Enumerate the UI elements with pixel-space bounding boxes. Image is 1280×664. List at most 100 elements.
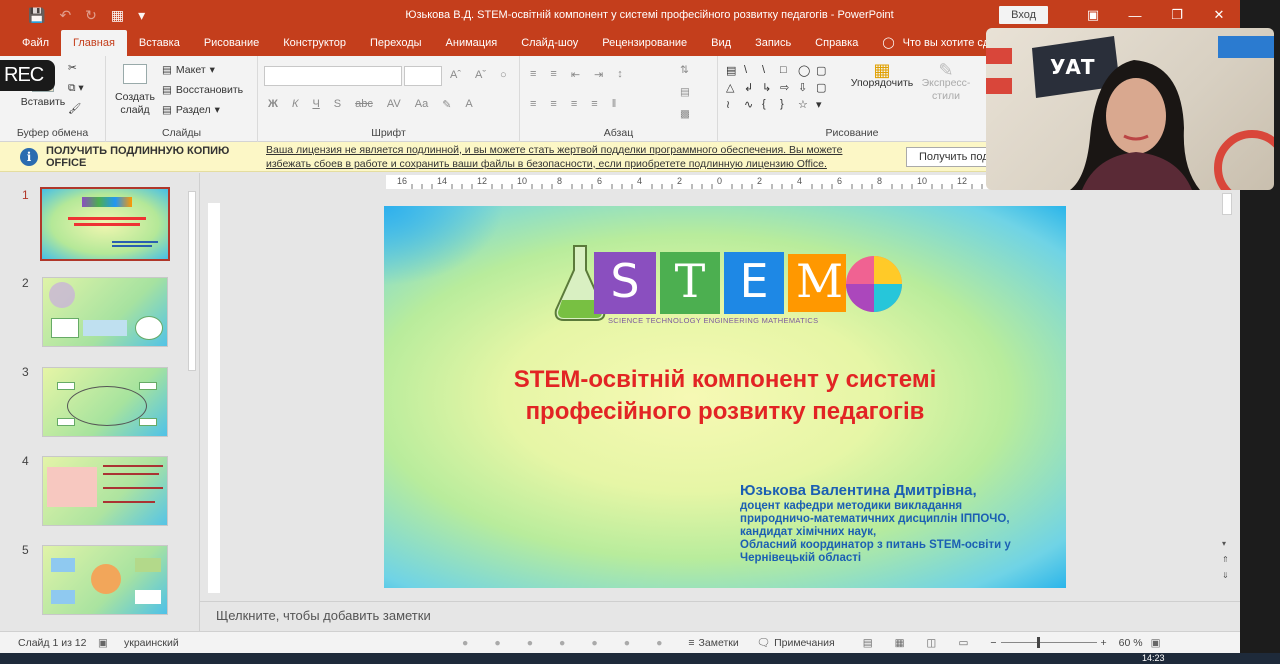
text-direction-icon[interactable]: ⇅	[680, 64, 689, 76]
thumbnail-scrollbar[interactable]	[186, 177, 198, 627]
dot-icon: ●	[494, 636, 501, 649]
sign-in-button[interactable]: Вход	[999, 6, 1048, 24]
thumbnail-slide-2[interactable]	[42, 277, 168, 347]
bold-icon[interactable]: Ж	[268, 98, 278, 111]
font-size-input[interactable]	[404, 66, 442, 86]
thumb-shape	[51, 590, 75, 604]
zoom-track[interactable]	[1000, 637, 1097, 648]
zoom-thumb[interactable]	[1036, 637, 1040, 648]
prev-slide-icon[interactable]: ⇑	[1222, 555, 1229, 564]
get-genuine-button[interactable]: Получить подли	[906, 146, 996, 167]
tab-draw[interactable]: Рисование	[192, 30, 271, 56]
tab-record[interactable]: Запись	[743, 30, 803, 56]
notes-button[interactable]: ≡ Заметки	[688, 637, 738, 649]
tab-home[interactable]: Главная	[61, 30, 127, 56]
smartart-icon[interactable]: ▩	[680, 108, 690, 120]
spellcheck-icon[interactable]: ▣	[98, 637, 124, 649]
align-text-icon[interactable]: ▤	[680, 86, 690, 98]
slide-author-block[interactable]: Юзькова Валентина Дмитрівна, доцент кафе…	[740, 482, 1011, 565]
cut-icon[interactable]: ✂	[68, 62, 77, 74]
shapes-gallery[interactable]: ▤ \ \ □ ◯ ▢ △ ↲ ↳ ⇨ ⇩ ▢ ≀ ∿ { } ☆ ▾	[726, 64, 834, 111]
thumb-shape	[49, 282, 75, 308]
shrink-font-icon[interactable]: Aˇ	[475, 69, 486, 81]
language-indicator[interactable]: украинский	[124, 637, 424, 649]
font-name-input[interactable]	[264, 66, 402, 86]
tab-file[interactable]: Файл	[0, 30, 61, 56]
sorter-view-icon[interactable]: ▦	[895, 637, 905, 649]
scrollbar-thumb[interactable]	[188, 191, 196, 371]
align-right-icon[interactable]: ≡	[571, 98, 577, 110]
minimize-icon[interactable]: —	[1114, 8, 1156, 23]
scroll-down-icon[interactable]: ▾	[1222, 539, 1226, 548]
close-icon[interactable]: ✕	[1198, 7, 1240, 23]
copy-icon[interactable]: ⧉ ▾	[68, 82, 84, 95]
section-button[interactable]: ▤ Раздел ▾	[162, 104, 220, 116]
format-painter-icon[interactable]: 🖌	[68, 102, 81, 115]
new-slide-button[interactable]: Создать слайд	[112, 64, 158, 117]
increase-indent-icon[interactable]: ⇥	[594, 68, 603, 81]
redo-icon[interactable]: ↻	[85, 7, 97, 24]
notes-pane[interactable]: Щелкните, чтобы добавить заметки	[200, 601, 1240, 631]
case-icon[interactable]: Aa	[415, 98, 428, 111]
fit-slide-icon[interactable]: ▣	[1151, 637, 1161, 649]
tab-design[interactable]: Конструктор	[271, 30, 358, 56]
underline-icon[interactable]: Ч	[312, 98, 319, 111]
clear-format-icon[interactable]: ○	[500, 69, 507, 81]
grow-font-icon[interactable]: Aˆ	[450, 69, 461, 81]
numbering-icon[interactable]: ≡	[550, 68, 556, 81]
shadow-icon[interactable]: S	[334, 98, 341, 111]
ruler-label: 0	[717, 176, 723, 186]
tab-view[interactable]: Вид	[699, 30, 743, 56]
thumbnail-slide-1[interactable]	[40, 187, 170, 261]
info-message-link[interactable]: Ваша лицензия не является подлинной, и в…	[266, 143, 876, 171]
reading-view-icon[interactable]: ◫	[927, 637, 937, 649]
columns-icon[interactable]: ‖	[612, 98, 617, 110]
slideshow-view-icon[interactable]: ▭	[958, 637, 968, 649]
justify-icon[interactable]: ≡	[591, 98, 597, 110]
thumbnail-slide-4[interactable]	[42, 456, 168, 526]
customize-icon[interactable]: ▾	[138, 7, 145, 24]
next-slide-icon[interactable]: ⇓	[1222, 571, 1229, 580]
spacing-icon[interactable]: AV	[387, 98, 401, 111]
zoom-in-icon[interactable]: +	[1101, 637, 1107, 649]
tab-animations[interactable]: Анимация	[434, 30, 510, 56]
line-spacing-icon[interactable]: ↕	[617, 68, 623, 81]
save-icon[interactable]: 💾	[28, 7, 45, 24]
arrange-button[interactable]: ▦ Упорядочить	[848, 61, 916, 90]
normal-view-icon[interactable]: ▤	[863, 637, 873, 649]
tab-transitions[interactable]: Переходы	[358, 30, 434, 56]
tab-review[interactable]: Рецензирование	[590, 30, 699, 56]
slide-canvas[interactable]: S T E M SCIENCE TECHNOLOGY ENGINEERING M…	[384, 206, 1066, 588]
strikethrough-icon[interactable]: abc	[355, 98, 373, 111]
zoom-slider[interactable]: − +	[990, 637, 1106, 649]
comments-button[interactable]: 🗨 Примечания	[757, 636, 835, 650]
maximize-icon[interactable]: ❐	[1156, 7, 1198, 23]
zoom-out-icon[interactable]: −	[990, 637, 996, 649]
italic-icon[interactable]: К	[292, 98, 298, 111]
highlight-icon[interactable]: ✎	[442, 98, 451, 111]
zoom-level[interactable]: 60 %	[1119, 637, 1143, 649]
align-left-icon[interactable]: ≡	[530, 98, 536, 110]
thumb-text-line	[103, 465, 163, 467]
font-color-icon[interactable]: A	[465, 98, 472, 111]
more-shapes-icon: ▾	[816, 99, 822, 111]
slide-title[interactable]: STEM-освітній компонент у системі профес…	[384, 364, 1066, 428]
view-buttons: ▤ ▦ ◫ ▭	[863, 637, 969, 649]
layout-button[interactable]: ▤ Макет ▾	[162, 64, 215, 76]
reset-button[interactable]: ▤ Восстановить	[162, 84, 243, 96]
thumbnail-slide-5[interactable]	[42, 545, 168, 615]
decrease-indent-icon[interactable]: ⇤	[571, 68, 580, 81]
tab-insert[interactable]: Вставка	[127, 30, 192, 56]
tab-help[interactable]: Справка	[803, 30, 870, 56]
thumbnail-slide-3[interactable]	[42, 367, 168, 437]
bullets-icon[interactable]: ≡	[530, 68, 536, 81]
quick-styles-button[interactable]: ✎ Экспресс-стили	[916, 61, 976, 103]
triangle-shape-icon: △	[726, 82, 735, 94]
scrollbar-thumb[interactable]	[1222, 193, 1232, 215]
align-center-icon[interactable]: ≡	[550, 98, 556, 110]
ribbon-display-icon[interactable]: ▣	[1072, 7, 1114, 23]
present-icon[interactable]: ▦	[111, 7, 124, 24]
tab-slideshow[interactable]: Слайд-шоу	[509, 30, 590, 56]
editor-scrollbar[interactable]: ▾ ⇑ ⇓	[1220, 189, 1234, 589]
undo-icon[interactable]: ↶	[59, 7, 71, 24]
